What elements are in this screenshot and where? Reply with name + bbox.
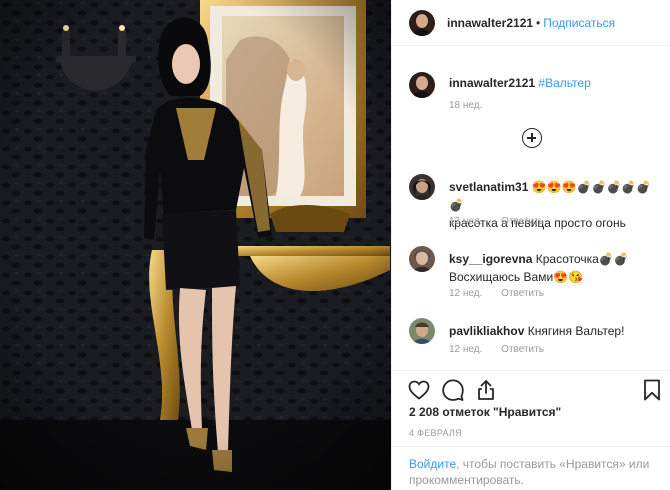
post-header: innawalter2121 • Подписаться xyxy=(392,0,670,46)
header-line: innawalter2121 • Подписаться xyxy=(447,16,615,30)
caption-text: innawalter2121 #Вальтер xyxy=(449,76,591,90)
caption-avatar[interactable] xyxy=(409,72,435,98)
post-date[interactable]: 4 ФЕВРАЛЯ xyxy=(409,428,462,438)
follow-button[interactable]: Подписаться xyxy=(543,16,615,30)
comment-avatar-image xyxy=(409,318,435,344)
comment-username[interactable]: pavlikliakhov xyxy=(449,324,524,338)
comment-avatar[interactable] xyxy=(409,318,435,344)
comment-time[interactable]: 12 нед. xyxy=(449,288,482,299)
instagram-post: innawalter2121 • Подписаться innawalter212… xyxy=(0,0,670,490)
comment-meta: 13 нед. Ответить xyxy=(449,216,544,227)
post-photo[interactable] xyxy=(0,0,391,490)
comment-avatar-image xyxy=(409,174,435,200)
comment-time[interactable]: 13 нед. xyxy=(449,216,482,227)
plus-circle-icon[interactable] xyxy=(522,128,542,148)
comment-avatar[interactable] xyxy=(409,246,435,272)
comment-meta: 12 нед. Ответить xyxy=(449,344,544,355)
caption-avatar-image xyxy=(409,72,435,98)
post-photo-image xyxy=(0,0,391,490)
comment-body: ksy__igorevna Красоточка💣💣 Восхищаюсь Ва… xyxy=(449,250,664,286)
author-username[interactable]: innawalter2121 xyxy=(447,16,533,30)
action-bar xyxy=(392,370,670,408)
comment-body: pavlikliakhov Княгиня Вальтер! xyxy=(449,322,664,340)
header-separator: • xyxy=(536,16,541,30)
login-prompt-text: Войдите, чтобы поставить «Нравится» или … xyxy=(409,456,659,488)
reply-button[interactable]: Ответить xyxy=(501,216,544,227)
reply-button[interactable]: Ответить xyxy=(501,288,544,299)
comment-text-continued: Восхищаюсь Вами😍😘 xyxy=(449,270,584,284)
comment-time[interactable]: 12 нед. xyxy=(449,344,482,355)
reply-button[interactable]: Ответить xyxy=(501,344,544,355)
author-avatar-image xyxy=(409,10,435,36)
caption-username[interactable]: innawalter2121 xyxy=(449,76,535,90)
comment-bubble-icon[interactable] xyxy=(441,378,465,402)
share-icon[interactable] xyxy=(474,378,498,402)
comment-text: Красоточка💣💣 xyxy=(535,252,629,266)
likes-count[interactable]: 2 208 отметок "Нравится" xyxy=(409,405,561,419)
caption-time[interactable]: 18 нед. xyxy=(449,100,482,111)
comment-text: Княгиня Вальтер! xyxy=(527,324,625,338)
heart-icon[interactable] xyxy=(407,378,431,402)
comment-username[interactable]: svetlanatim31 xyxy=(449,180,528,194)
login-link[interactable]: Войдите xyxy=(409,457,456,471)
post-side-panel: innawalter2121 • Подписаться innawalter212… xyxy=(391,0,670,490)
login-prompt: Войдите, чтобы поставить «Нравится» или … xyxy=(392,446,670,490)
author-avatar[interactable] xyxy=(409,10,435,36)
comment-avatar[interactable] xyxy=(409,174,435,200)
comment-avatar-image xyxy=(409,246,435,272)
comment-meta: 12 нед. Ответить xyxy=(449,288,544,299)
caption-hashtag[interactable]: #Вальтер xyxy=(538,76,590,90)
comment-username[interactable]: ksy__igorevna xyxy=(449,252,532,266)
bookmark-icon[interactable] xyxy=(640,378,664,402)
